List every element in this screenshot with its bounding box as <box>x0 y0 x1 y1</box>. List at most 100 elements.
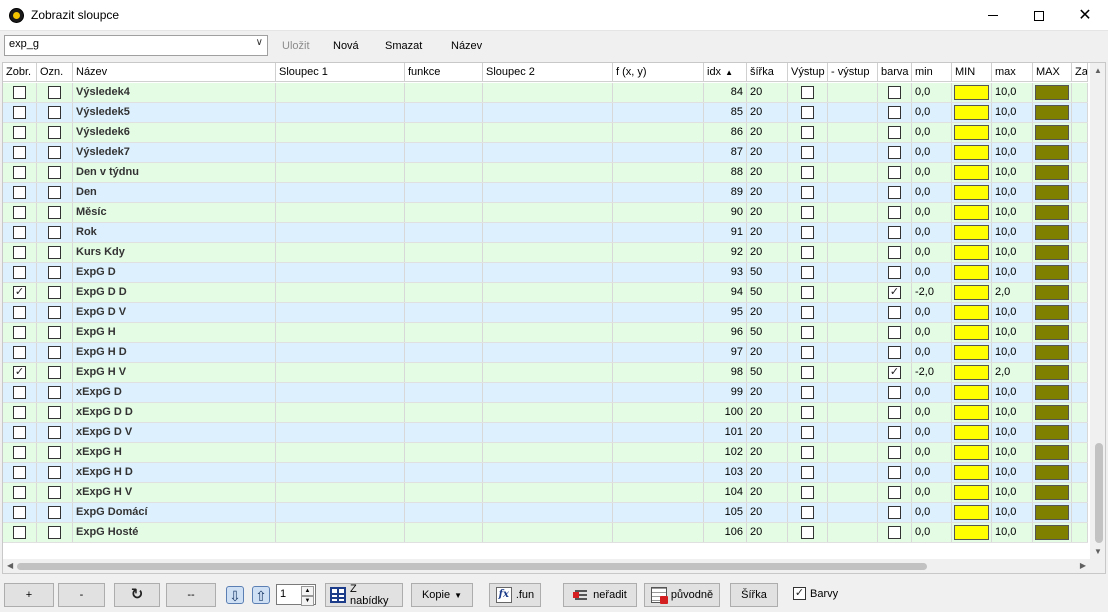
color-checkbox[interactable] <box>888 166 901 179</box>
table-row[interactable]: Výsledek5 85 20 0,0 10,0 <box>3 103 1088 123</box>
cell-ozn[interactable] <box>37 443 73 462</box>
cell-sloupec1[interactable] <box>276 203 405 222</box>
cell-zobr[interactable] <box>3 203 37 222</box>
cell-sloupec2[interactable] <box>483 183 613 202</box>
table-row[interactable]: xExpG D 99 20 0,0 10,0 <box>3 383 1088 403</box>
cell-fxy[interactable] <box>613 383 704 402</box>
cell-idx[interactable]: 88 <box>704 163 747 182</box>
cell-minus-vystup[interactable] <box>828 203 878 222</box>
cell-fxy[interactable] <box>613 323 704 342</box>
color-checkbox[interactable] <box>888 466 901 479</box>
save-button[interactable]: Uložit <box>282 40 310 52</box>
cell-sloupec2[interactable] <box>483 383 613 402</box>
cell-fxy[interactable] <box>613 523 704 542</box>
cell-min[interactable]: 0,0 <box>912 223 952 242</box>
cell-idx[interactable]: 99 <box>704 383 747 402</box>
cell-fxy[interactable] <box>613 343 704 362</box>
cell-barva[interactable] <box>878 503 912 522</box>
cell-za[interactable] <box>1072 243 1088 262</box>
output-checkbox[interactable] <box>801 86 814 99</box>
cell-sirka[interactable]: 50 <box>747 283 788 302</box>
cell-vystup[interactable] <box>788 83 828 102</box>
cell-min-color[interactable] <box>952 283 992 302</box>
cell-idx[interactable]: 96 <box>704 323 747 342</box>
max-color-swatch[interactable] <box>1035 325 1069 340</box>
max-color-swatch[interactable] <box>1035 185 1069 200</box>
cell-min[interactable]: -2,0 <box>912 283 952 302</box>
cell-vystup[interactable] <box>788 163 828 182</box>
cell-max[interactable]: 10,0 <box>992 223 1033 242</box>
cell-ozn[interactable] <box>37 503 73 522</box>
colors-checkbox[interactable]: ✓ Barvy <box>793 587 838 600</box>
cell-min[interactable]: 0,0 <box>912 403 952 422</box>
color-checkbox[interactable] <box>888 146 901 159</box>
max-color-swatch[interactable] <box>1035 85 1069 100</box>
cell-min-color[interactable] <box>952 503 992 522</box>
column-header-minus-vystup[interactable]: - výstup <box>828 63 878 82</box>
cell-min-color[interactable] <box>952 463 992 482</box>
cell-sloupec2[interactable] <box>483 503 613 522</box>
output-checkbox[interactable] <box>801 126 814 139</box>
output-checkbox[interactable] <box>801 506 814 519</box>
cell-nazev[interactable]: xExpG D V <box>73 423 276 442</box>
cell-sirka[interactable]: 20 <box>747 483 788 502</box>
table-row[interactable]: Výsledek6 86 20 0,0 10,0 <box>3 123 1088 143</box>
cell-min-color[interactable] <box>952 423 992 442</box>
column-header-sirka[interactable]: šířka <box>747 63 788 82</box>
cell-sloupec1[interactable] <box>276 163 405 182</box>
cell-vystup[interactable] <box>788 263 828 282</box>
cell-barva[interactable] <box>878 523 912 542</box>
width-button[interactable]: Šířka <box>730 583 778 607</box>
show-checkbox[interactable] <box>13 446 26 459</box>
cell-ozn[interactable] <box>37 423 73 442</box>
cell-min[interactable]: 0,0 <box>912 483 952 502</box>
cell-nazev[interactable]: Výsledek5 <box>73 103 276 122</box>
max-color-swatch[interactable] <box>1035 105 1069 120</box>
cell-barva[interactable] <box>878 223 912 242</box>
cell-idx[interactable]: 105 <box>704 503 747 522</box>
new-button[interactable]: Nová <box>333 40 359 52</box>
cell-idx[interactable]: 92 <box>704 243 747 262</box>
cell-barva[interactable] <box>878 123 912 142</box>
cell-nazev[interactable]: ExpG H <box>73 323 276 342</box>
cell-za[interactable] <box>1072 503 1088 522</box>
mark-checkbox[interactable] <box>48 246 61 259</box>
cell-max-color[interactable] <box>1033 303 1072 322</box>
show-checkbox[interactable] <box>13 246 26 259</box>
cell-barva[interactable]: ✓ <box>878 363 912 382</box>
max-color-swatch[interactable] <box>1035 265 1069 280</box>
cell-sloupec2[interactable] <box>483 423 613 442</box>
column-header-ozn[interactable]: Ozn. <box>37 63 73 82</box>
cell-funkce[interactable] <box>405 163 483 182</box>
cell-nazev[interactable]: ExpG Domácí <box>73 503 276 522</box>
cell-za[interactable] <box>1072 103 1088 122</box>
table-row[interactable]: xExpG H V 104 20 0,0 10,0 <box>3 483 1088 503</box>
cell-nazev[interactable]: Výsledek6 <box>73 123 276 142</box>
table-row[interactable]: ExpG H D 97 20 0,0 10,0 <box>3 343 1088 363</box>
cell-idx[interactable]: 95 <box>704 303 747 322</box>
cell-fxy[interactable] <box>613 363 704 382</box>
cell-idx[interactable]: 102 <box>704 443 747 462</box>
show-checkbox[interactable] <box>13 86 26 99</box>
mark-checkbox[interactable] <box>48 366 61 379</box>
cell-za[interactable] <box>1072 423 1088 442</box>
cell-min[interactable]: 0,0 <box>912 523 952 542</box>
cell-idx[interactable]: 91 <box>704 223 747 242</box>
output-checkbox[interactable] <box>801 266 814 279</box>
mark-checkbox[interactable] <box>48 266 61 279</box>
cell-zobr[interactable] <box>3 143 37 162</box>
column-header-min-color[interactable]: MIN <box>952 63 992 82</box>
show-checkbox[interactable]: ✓ <box>13 286 26 299</box>
output-checkbox[interactable] <box>801 426 814 439</box>
cell-sloupec2[interactable] <box>483 403 613 422</box>
cell-vystup[interactable] <box>788 343 828 362</box>
table-row[interactable]: Měsíc 90 20 0,0 10,0 <box>3 203 1088 223</box>
cell-nazev[interactable]: ExpG D V <box>73 303 276 322</box>
cell-zobr[interactable] <box>3 343 37 362</box>
horizontal-scroll-thumb[interactable] <box>17 563 927 570</box>
max-color-swatch[interactable] <box>1035 485 1069 500</box>
cell-sloupec1[interactable] <box>276 523 405 542</box>
cell-max-color[interactable] <box>1033 403 1072 422</box>
output-checkbox[interactable] <box>801 366 814 379</box>
mark-checkbox[interactable] <box>48 466 61 479</box>
